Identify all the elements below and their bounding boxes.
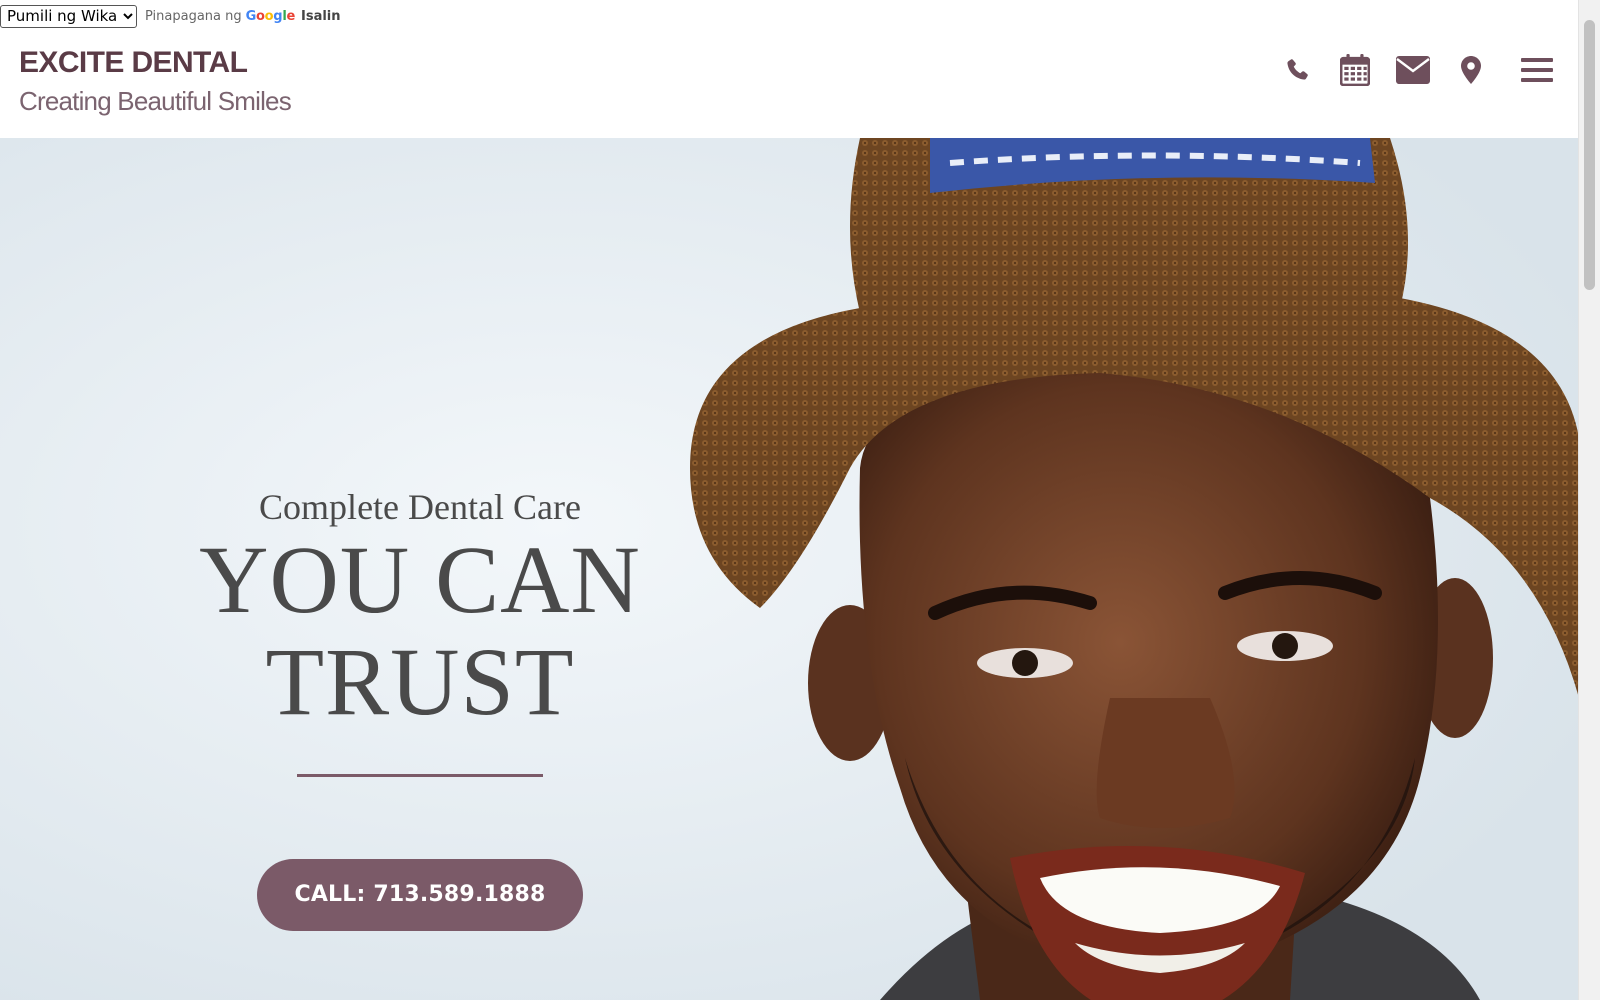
- hero-banner: Complete Dental Care YOU CAN TRUST CALL:…: [0, 138, 1579, 1000]
- envelope-icon[interactable]: [1393, 50, 1433, 90]
- translate-bar: Pumili ng Wika Pinapagana ng Google Isal…: [0, 0, 341, 32]
- site-header: EXCITE DENTAL Creating Beautiful Smiles: [0, 32, 1579, 138]
- map-marker-icon[interactable]: [1451, 50, 1491, 90]
- powered-by-text: Pinapagana ng Google Isalin: [145, 9, 341, 24]
- hero-divider: [297, 774, 543, 777]
- site-title[interactable]: EXCITE DENTAL: [19, 46, 248, 80]
- hero-copy: Complete Dental Care YOU CAN TRUST CALL:…: [190, 478, 650, 931]
- calendar-icon[interactable]: [1335, 50, 1375, 90]
- language-select[interactable]: Pumili ng Wika: [0, 4, 137, 28]
- page-scrollbar[interactable]: [1578, 0, 1600, 1000]
- header-actions: [1259, 50, 1557, 90]
- hero-kicker: Complete Dental Care: [259, 487, 581, 527]
- site-tagline: Creating Beautiful Smiles: [19, 86, 292, 116]
- translate-link[interactable]: Isalin: [301, 9, 341, 24]
- powered-by-label: Pinapagana ng: [145, 8, 242, 24]
- hamburger-menu-icon[interactable]: [1517, 50, 1557, 90]
- hero-headline-line1: YOU CAN: [199, 526, 641, 633]
- phone-icon[interactable]: [1277, 50, 1317, 90]
- hero-headline-line2: TRUST: [265, 628, 575, 735]
- google-logo: Google: [245, 8, 296, 24]
- call-button[interactable]: CALL: 713.589.1888: [257, 859, 583, 931]
- scrollbar-thumb[interactable]: [1584, 20, 1595, 290]
